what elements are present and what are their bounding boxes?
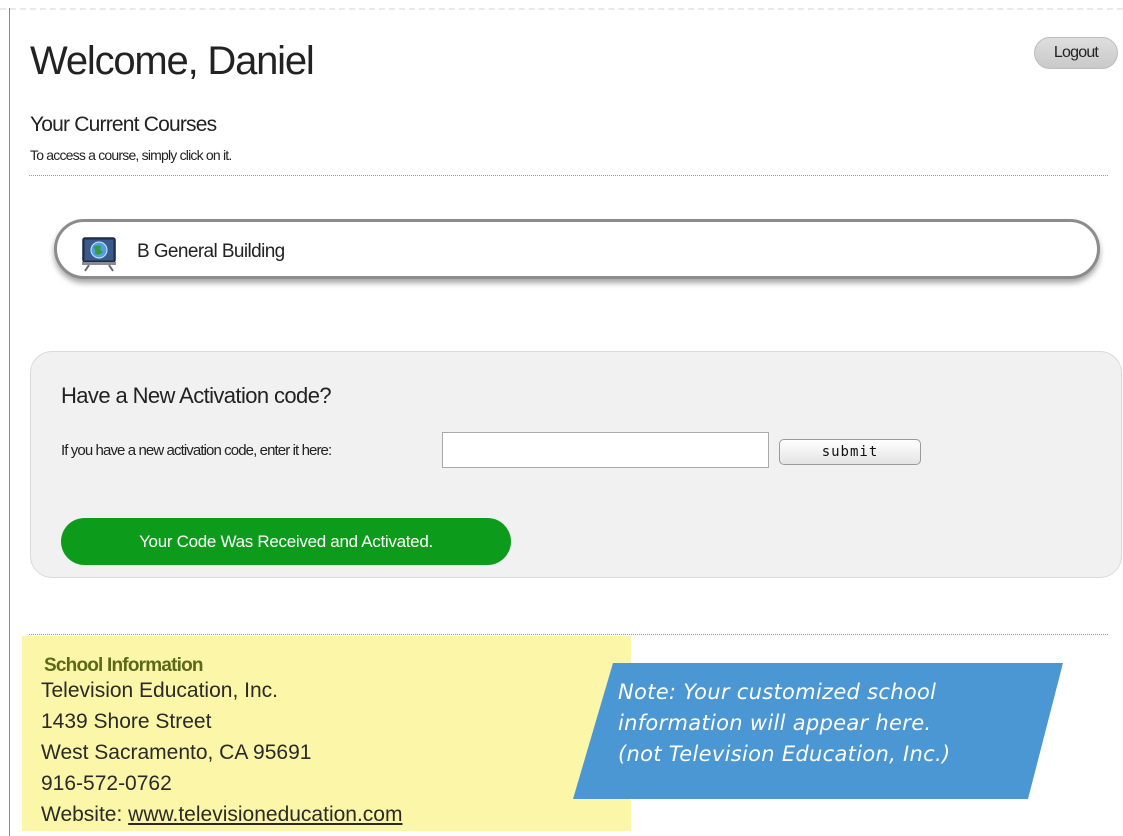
school-city: West Sacramento, CA 95691	[41, 741, 312, 764]
presentation-globe-icon	[79, 232, 119, 272]
course-label: B General Building	[137, 241, 285, 262]
activation-panel: Have a New Activation code? If you have …	[30, 351, 1122, 578]
note-line: Note: Your customized school	[618, 680, 937, 704]
section-divider	[29, 634, 1108, 635]
activation-prompt: If you have a new activation code, enter…	[61, 442, 332, 459]
note-line: (not Television Education, Inc.)	[618, 742, 951, 766]
section-divider	[29, 175, 1108, 176]
school-phone: 916-572-0762	[41, 772, 172, 795]
page-top-border	[0, 8, 1123, 10]
school-website: Website: www.televisioneducation.com	[41, 803, 402, 827]
courses-hint: To access a course, simply click on it.	[30, 147, 232, 163]
logout-button[interactable]: Logout	[1034, 37, 1118, 69]
courses-section-title: Your Current Courses	[30, 113, 217, 136]
customization-note: Note: Your customized school information…	[573, 663, 1063, 799]
school-information-box: School Information Television Education,…	[22, 636, 631, 831]
school-street: 1439 Shore Street	[41, 710, 212, 733]
school-name: Television Education, Inc.	[41, 679, 278, 702]
activation-status-badge: Your Code Was Received and Activated.	[61, 518, 511, 565]
note-text: Note: Your customized school information…	[618, 677, 1038, 770]
course-item-general-building[interactable]: B General Building	[54, 219, 1100, 279]
activation-code-input[interactable]	[442, 432, 769, 468]
website-label: Website:	[41, 803, 123, 826]
welcome-heading: Welcome, Daniel	[30, 39, 315, 83]
website-link[interactable]: www.televisioneducation.com	[128, 803, 402, 826]
school-info-heading: School Information	[44, 655, 204, 676]
note-line: information will appear here.	[618, 711, 932, 735]
submit-button[interactable]: submit	[779, 439, 921, 465]
activation-title: Have a New Activation code?	[61, 383, 332, 408]
page-left-border	[9, 8, 10, 836]
